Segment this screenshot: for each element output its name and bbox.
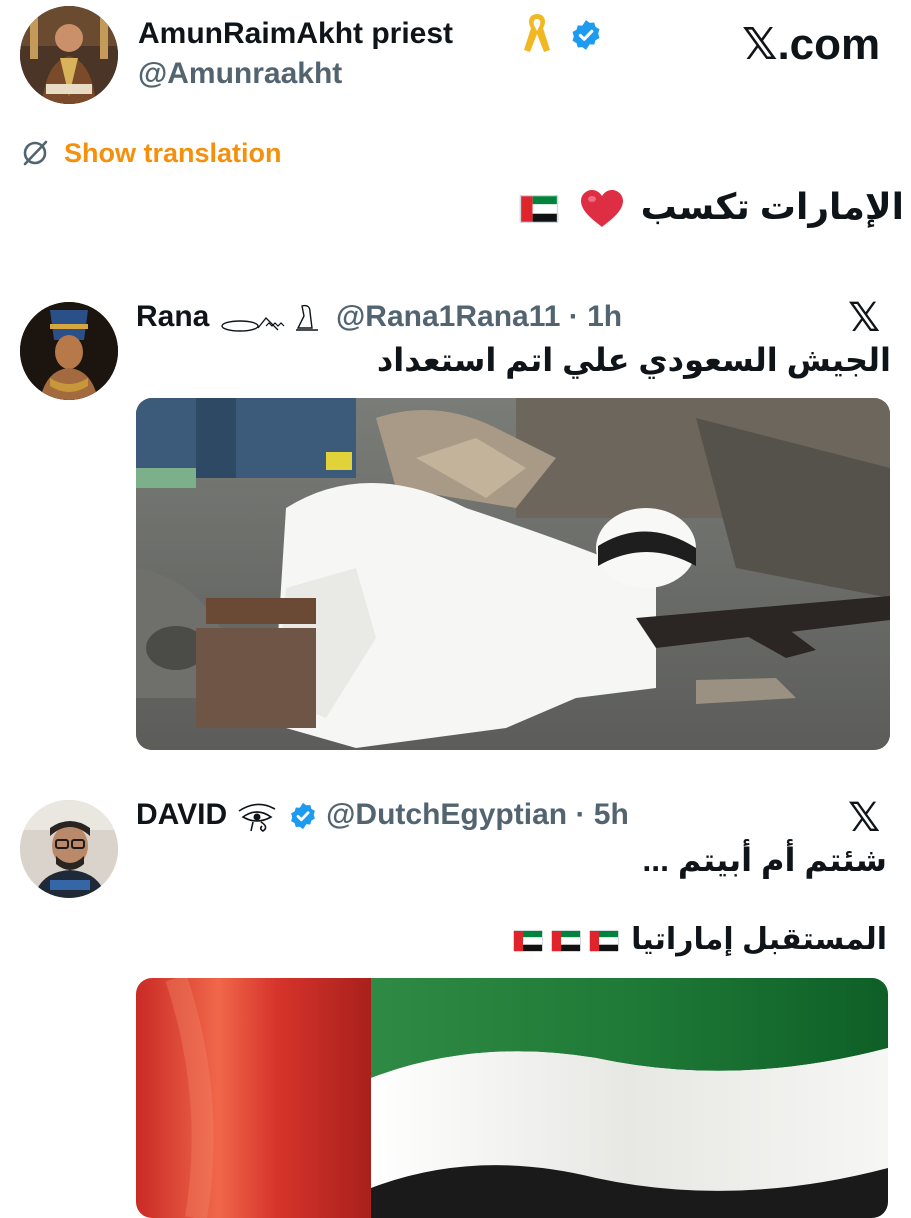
quote2-timestamp[interactable]: · 5h [575,798,628,831]
uae-flag-icon [588,930,619,953]
quote1-header: Rana @Rana1Rana11 · 1h [136,298,622,336]
verified-badge-icon [290,802,315,830]
eye-of-horus-icon [239,803,276,833]
man-with-glasses-avatar-image [20,800,118,898]
globe-slash-icon[interactable] [20,138,50,168]
heart-emoji-icon [580,190,623,228]
quote2-flags [509,923,623,956]
quote1-timestamp[interactable]: · 1h [569,300,622,333]
nefertiti-avatar-image [20,302,118,400]
main-handle[interactable]: @Amunraakht [138,56,342,92]
quote1-handle[interactable]: @Rana1Rana11 [336,300,560,333]
main-display-name[interactable]: AmunRaimAkht priest [138,16,453,52]
quote2-text-line2: المستقبل إماراتيا [509,918,887,962]
quote2-x-logo-icon: 𝕏 [848,796,881,840]
display-name-text[interactable]: AmunRaimAkht priest [138,17,453,50]
show-translation-link[interactable]: Show translation [64,136,282,170]
quote2-flag-image[interactable] [136,978,888,1218]
yellow-ribbon-icon [524,14,550,52]
uae-flag-icon [512,930,543,953]
verified-badge-icon [572,20,600,50]
waving-uae-flag-image [136,978,888,1218]
main-author-avatar[interactable] [20,6,118,104]
kneeling-man-with-rifle-image [136,398,890,750]
hieroglyph-name-decoration-icon [221,305,318,332]
quote2-text-line1: شئتم أم أبيتم ... [642,842,887,878]
quote1-display-name[interactable]: Rana [136,300,209,333]
quote2-author-avatar[interactable] [20,800,118,898]
uae-flag-icon [519,195,558,224]
uae-flag-icon [550,930,581,953]
main-post-text: الإمارات تكسب [515,180,904,234]
quote1-text: الجيش السعودي علي اتم استعداد [376,342,891,378]
quote1-author-avatar[interactable] [20,302,118,400]
quote2-text-line2-arabic: المستقبل إماراتيا [631,923,887,956]
quote2-handle[interactable]: @DutchEgyptian [326,798,567,831]
quote2-header: DAVID @DutchEgyptian · 5h [136,796,629,834]
main-post-text-arabic: الإمارات تكسب [640,186,904,227]
priest-avatar-image [20,6,118,104]
quote2-display-name[interactable]: DAVID [136,798,227,831]
site-label: 𝕏.com [742,20,881,69]
quote1-video-thumbnail[interactable] [136,398,890,750]
quote1-x-logo-icon: 𝕏 [848,296,881,340]
